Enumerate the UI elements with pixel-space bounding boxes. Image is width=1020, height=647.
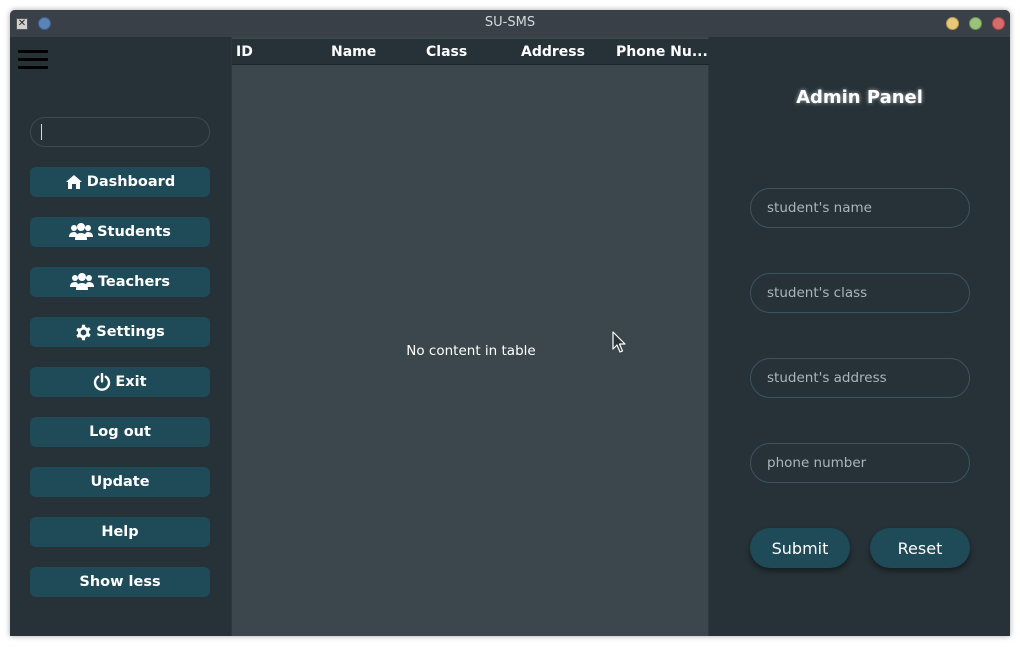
sidebar: Dashboard Students Teachers Settings Exi… bbox=[10, 37, 231, 636]
text-caret bbox=[41, 124, 42, 140]
student-address-input[interactable] bbox=[750, 358, 970, 398]
sidebar-item-label: Log out bbox=[89, 424, 151, 440]
gear-icon bbox=[76, 324, 91, 340]
submit-button[interactable]: Submit bbox=[750, 528, 850, 568]
window-title: SU-SMS bbox=[484, 15, 536, 30]
sidebar-search-input[interactable] bbox=[30, 117, 210, 147]
student-name-input[interactable] bbox=[750, 188, 970, 228]
sidebar-item-label: Exit bbox=[115, 374, 147, 390]
sidebar-item-label: Dashboard bbox=[86, 174, 176, 190]
sidebar-item-label: Update bbox=[90, 474, 150, 490]
title-bar: ✕ SU-SMS bbox=[10, 10, 1010, 37]
admin-panel: Admin Panel Submit Reset bbox=[709, 37, 1010, 636]
sidebar-item-dashboard[interactable]: Dashboard bbox=[30, 167, 210, 197]
table-header: ID Name Class Address Phone Nu... bbox=[232, 39, 709, 65]
sidebar-item-label: Help bbox=[101, 524, 139, 540]
column-header-address[interactable]: Address bbox=[521, 44, 585, 60]
phone-number-input[interactable] bbox=[750, 443, 970, 483]
column-header-id[interactable]: ID bbox=[236, 44, 253, 60]
student-class-input[interactable] bbox=[750, 273, 970, 313]
column-header-phone[interactable]: Phone Nu... bbox=[616, 44, 708, 60]
sidebar-item-show-less[interactable]: Show less bbox=[30, 567, 210, 597]
power-icon bbox=[94, 373, 111, 391]
sidebar-item-teachers[interactable]: Teachers bbox=[30, 267, 210, 297]
reset-button[interactable]: Reset bbox=[870, 528, 970, 568]
users-icon bbox=[69, 273, 94, 290]
hamburger-menu-icon[interactable] bbox=[18, 50, 48, 70]
sidebar-item-settings[interactable]: Settings bbox=[30, 317, 210, 347]
users-icon bbox=[69, 223, 94, 240]
minimize-button[interactable] bbox=[946, 17, 959, 30]
sidebar-item-update[interactable]: Update bbox=[30, 467, 210, 497]
home-icon bbox=[65, 175, 82, 189]
sidebar-item-label: Show less bbox=[79, 574, 161, 590]
panel-title: Admin Panel bbox=[796, 87, 923, 108]
sidebar-item-help[interactable]: Help bbox=[30, 517, 210, 547]
sidebar-item-exit[interactable]: Exit bbox=[30, 367, 210, 397]
sidebar-item-label: Settings bbox=[96, 324, 165, 340]
sidebar-item-label: Teachers bbox=[97, 274, 171, 290]
app-window: ✕ SU-SMS Dashboard Students Teachers Set… bbox=[10, 10, 1010, 636]
sidebar-item-label: Students bbox=[97, 224, 171, 240]
maximize-button[interactable] bbox=[969, 17, 982, 30]
close-button[interactable] bbox=[992, 17, 1005, 30]
column-header-class[interactable]: Class bbox=[426, 44, 467, 60]
table-empty-message: No content in table bbox=[406, 343, 536, 359]
sidebar-item-students[interactable]: Students bbox=[30, 217, 210, 247]
students-table[interactable]: ID Name Class Address Phone Nu... No con… bbox=[231, 37, 709, 636]
sidebar-item-logout[interactable]: Log out bbox=[30, 417, 210, 447]
column-header-name[interactable]: Name bbox=[331, 44, 376, 60]
mouse-pointer-icon bbox=[612, 331, 626, 353]
